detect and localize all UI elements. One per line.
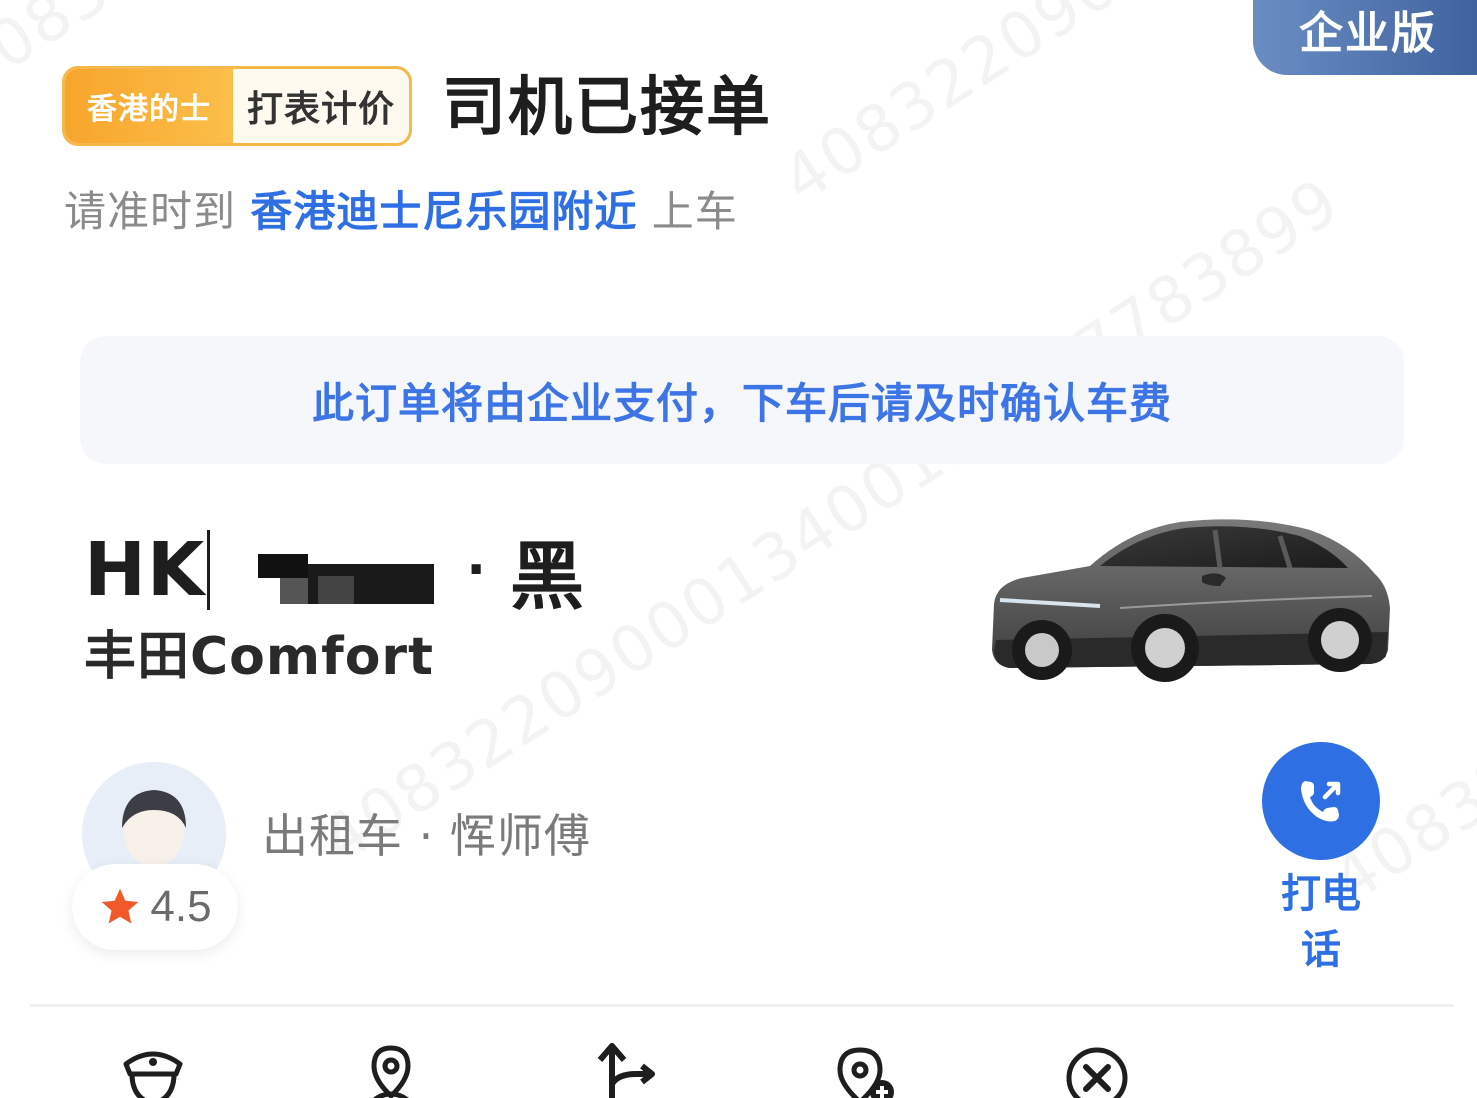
call-driver-button[interactable] [1262,742,1380,860]
plate-separator: · [466,540,487,600]
vehicle-color: 黑 [510,533,585,620]
plate-divider [207,530,211,610]
plate-number-redacted [258,554,435,604]
service-type-tag: 香港的士 [65,69,233,143]
police-shield-icon[interactable] [118,1040,188,1098]
location-share-icon[interactable] [356,1040,426,1098]
order-status-page: 4083220900013400197737783899 40832209000… [0,0,1477,1098]
plate-prefix: HK [84,527,206,613]
driver-rating-badge: 4.5 [72,864,238,950]
service-tag-group: 香港的士 打表计价 [62,66,412,146]
cancel-order-icon[interactable] [1062,1040,1132,1098]
driver-info: 出租车 · 恽师傅 [262,809,591,863]
add-stop-icon[interactable] [830,1040,900,1098]
enterprise-badge: 企业版 [1253,0,1477,75]
vehicle-model: 丰田Comfort [84,627,434,687]
license-plate: HK · 黑 [84,524,584,620]
phone-call-icon [1301,781,1341,822]
pickup-prefix: 请准时到 [64,187,237,236]
pickup-location-link[interactable]: 香港迪士尼乐园附近 [250,187,637,236]
enterprise-payment-notice: 此订单将由企业支付，下车后请及时确认车费 [80,336,1404,464]
car-icon [980,500,1400,700]
order-status-title: 司机已接单 [442,71,772,145]
pickup-instruction: 请准时到 香港迪士尼乐园附近 上车 [64,184,738,240]
call-driver-label[interactable]: 打电话 [1262,866,1380,978]
driver-rating-value: 4.5 [150,882,212,931]
pickup-suffix: 上车 [651,187,738,236]
star-icon [102,888,139,924]
pricing-type-tag: 打表计价 [246,89,395,130]
route-change-icon[interactable] [592,1040,662,1098]
section-divider [30,1004,1454,1007]
